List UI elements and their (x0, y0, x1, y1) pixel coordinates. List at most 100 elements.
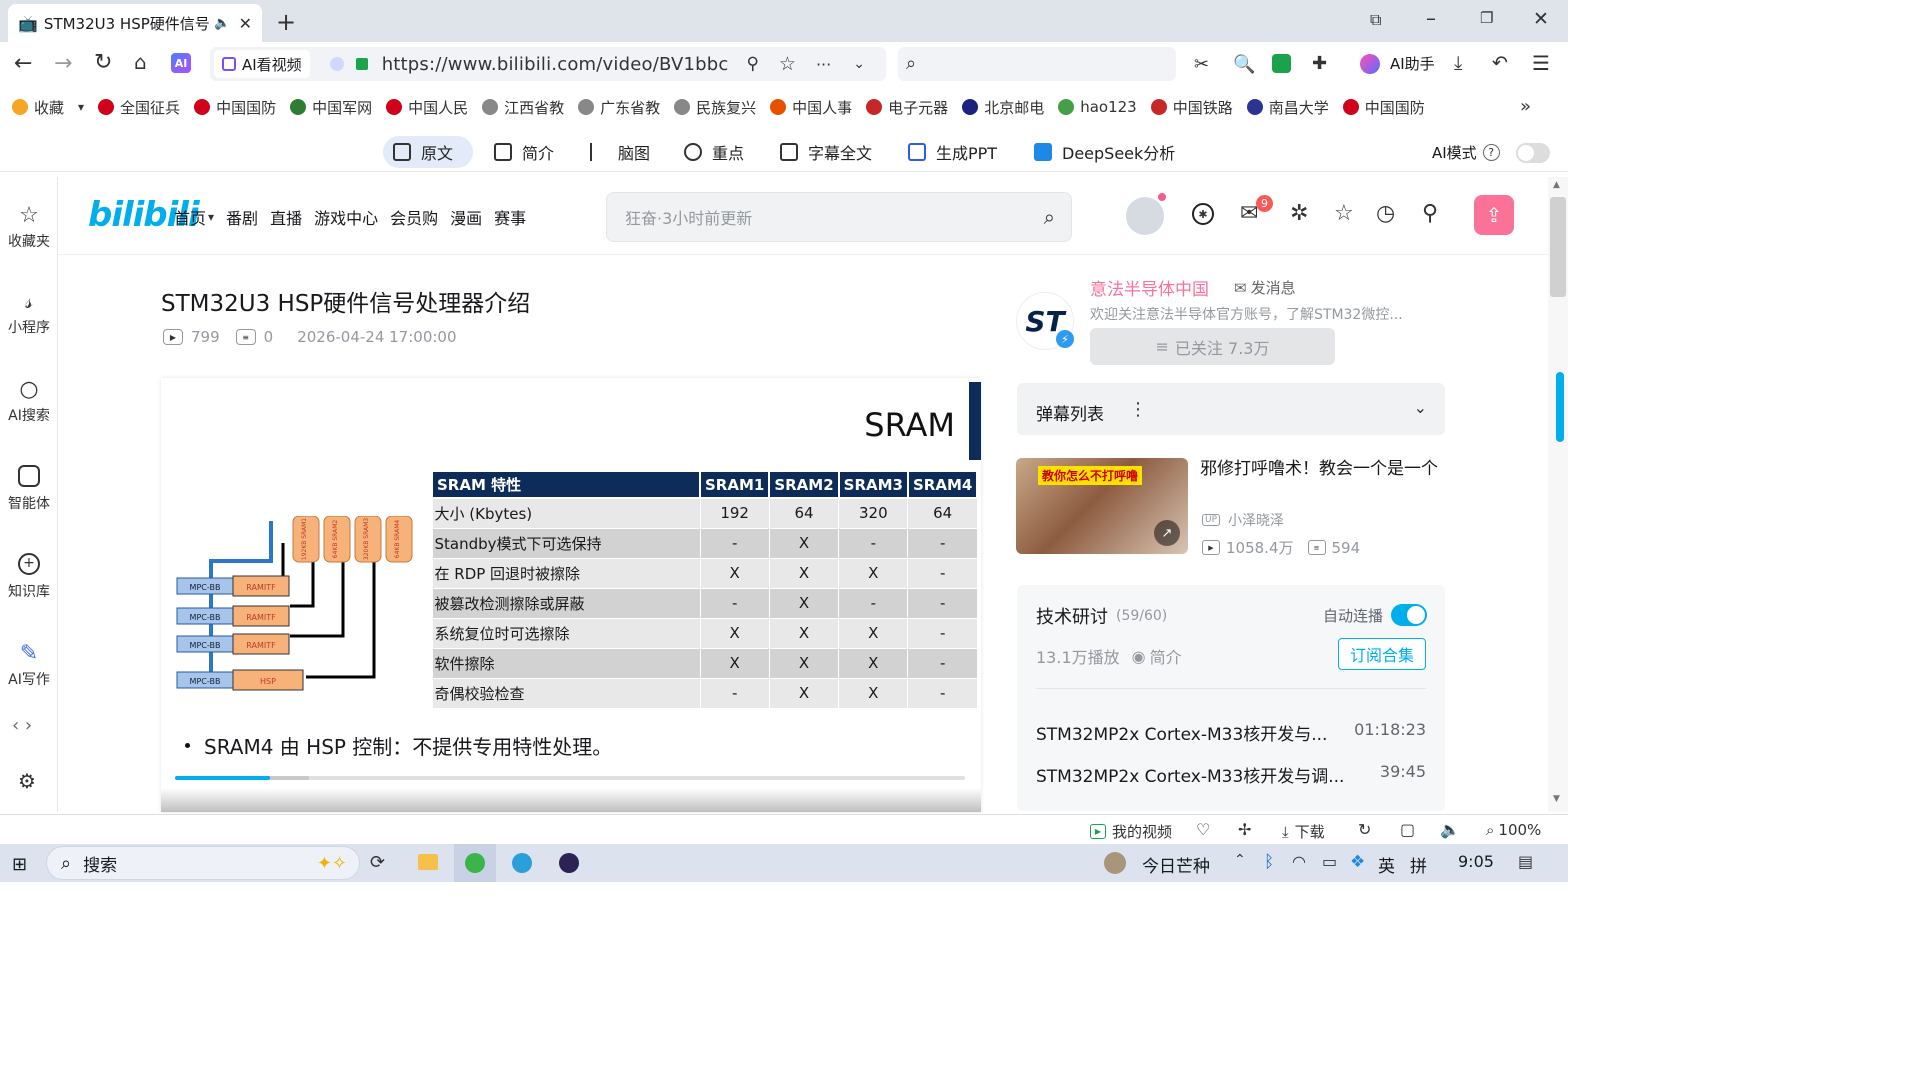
collection-intro[interactable]: 简介 (1150, 644, 1182, 668)
cut-icon[interactable]: ✂ (1194, 54, 1209, 75)
collapse-arrows-icon[interactable]: ‹ › (12, 715, 32, 736)
nav-shop[interactable]: 会员购 (390, 205, 438, 229)
bookmark-green-icon[interactable] (1272, 54, 1291, 73)
subscribe-collection-button[interactable]: 订阅合集 (1338, 638, 1426, 670)
weather-label[interactable]: 今日芒种 (1142, 852, 1210, 877)
video-player[interactable]: SRAM MPC-BB RAMITF MPC-BB RAMITF MPC-BB RAMIT… (161, 378, 981, 812)
recommended-thumbnail[interactable]: 教你怎么不打呼噜 ↗ (1016, 458, 1188, 554)
autoplay-switch[interactable] (1391, 604, 1427, 626)
bili-search-input[interactable]: 狂奋·3小时前更新 ⌕ (606, 192, 1072, 242)
taskbar-search[interactable]: ⌕ 搜索 ✦✧ (46, 846, 360, 880)
progress-track[interactable] (175, 776, 965, 780)
bookmark-item[interactable]: 收藏 ▾ (12, 97, 84, 118)
chevron-down-icon[interactable]: ⌄ (1414, 398, 1427, 417)
dropdown-icon[interactable]: ⌄ (853, 56, 865, 72)
nav-anime[interactable]: 番剧 (226, 205, 258, 229)
ai-mode-switch[interactable] (1515, 142, 1550, 163)
more-bookmarks-icon[interactable]: » (1520, 96, 1531, 117)
sync-icon[interactable]: ↻ (1358, 820, 1371, 839)
ai-tab-ppt[interactable]: 生成PPT (898, 136, 1007, 168)
bookmark-item[interactable]: 南昌大学 (1246, 97, 1329, 118)
my-video-button[interactable]: ▶ 我的视频 (1090, 821, 1172, 842)
settings-icon[interactable]: ⚙ (18, 769, 36, 793)
volume-icon[interactable]: 🔈 (1440, 820, 1460, 839)
chevron-down-icon[interactable]: ▾ (78, 100, 84, 114)
ai-tab-original[interactable]: 原文 (383, 136, 473, 168)
bookmark-item[interactable]: 全国征兵 (98, 97, 180, 118)
ai-assistant-button[interactable]: AI助手 (1360, 53, 1435, 74)
uploader-name[interactable]: 意法半导体中国 (1090, 275, 1209, 300)
close-window-icon[interactable]: ✕ (1533, 8, 1549, 30)
collection-item[interactable]: STM32MP2x Cortex-M33核开发与调... 39:45 (1036, 762, 1426, 787)
premium-icon[interactable]: ✱ (1192, 203, 1214, 225)
history-icon[interactable]: ◷ (1376, 201, 1395, 226)
rail-favorites[interactable]: ☆ 收藏夹 (0, 203, 58, 251)
ai-tab-subtitles[interactable]: 字幕全文 (770, 136, 882, 168)
bookmark-item[interactable]: 广东省教 (578, 97, 660, 118)
star-icon[interactable]: ☆ (779, 53, 796, 75)
close-tab-icon[interactable]: ✕ (239, 14, 252, 33)
ai-icon[interactable]: AI (171, 53, 191, 73)
autoplay-toggle[interactable]: 自动连播 (1323, 604, 1427, 626)
bookmark-item[interactable]: 中国人事 (770, 97, 852, 118)
rail-ai-search[interactable]: ○ AI搜索 (0, 377, 58, 425)
ime-mode[interactable]: 拼 (1410, 852, 1427, 877)
bookmark-item[interactable]: 电子元器 (866, 97, 948, 118)
speaker-icon[interactable]: 🔈 (214, 16, 230, 31)
wifi-icon[interactable]: ◠ (1292, 852, 1306, 871)
minimize-icon[interactable]: – (1426, 6, 1436, 30)
zoom-indicator[interactable]: ⌕ 100% (1486, 821, 1541, 839)
tab-manager-icon[interactable]: ⧉ (1370, 10, 1381, 30)
bookmark-item[interactable]: 北京邮电 (962, 97, 1044, 118)
ai-tab-deepseek[interactable]: DeepSeek分析 (1024, 136, 1185, 168)
download-icon[interactable]: ⤓ (1454, 52, 1462, 74)
follow-button[interactable]: ≡ 已关注 7.3万 (1090, 328, 1335, 365)
send-message-link[interactable]: ✉ 发消息 (1234, 277, 1296, 298)
ai-tab-mindmap[interactable]: 脑图 (580, 136, 660, 168)
danmaku-list-panel[interactable]: 弹幕列表 ⋮ ⌄ (1017, 383, 1445, 435)
scrollbar-thumb[interactable] (1550, 197, 1566, 297)
bookmark-item[interactable]: 江西省教 (482, 97, 564, 118)
clock-time[interactable]: 9:05 (1458, 852, 1494, 871)
rail-ai-writing[interactable]: ✎ AI写作 (0, 641, 58, 689)
new-tab-icon[interactable]: + (276, 8, 296, 36)
ai-watch-button[interactable]: AI看视频 (214, 50, 310, 78)
windows-start-icon[interactable]: ⊞ (12, 854, 27, 875)
eclipse-app-icon[interactable] (559, 853, 579, 873)
rail-agent[interactable]: 智能体 (0, 465, 58, 513)
recommended-title[interactable]: 邪修打呼噜术！教会一个是一个 (1200, 458, 1444, 481)
forward-icon[interactable]: → (54, 51, 72, 76)
menu-icon[interactable]: ☰ (1532, 51, 1550, 75)
chevron-down-icon[interactable]: ▾ (208, 210, 214, 224)
scroll-down-icon[interactable]: ▼ (1553, 794, 1560, 804)
undo-icon[interactable]: ↶ (1492, 52, 1508, 74)
browser-tab[interactable]: 📺 STM32U3 HSP硬件信号 🔈 ✕ (8, 4, 262, 42)
browser-search-box[interactable]: ⌕ (898, 47, 1176, 81)
recommended-author[interactable]: UP 小泽晓泽 (1202, 510, 1284, 530)
more-vertical-icon[interactable]: ⋮ (1129, 399, 1147, 420)
tray-expand-icon[interactable]: ⌃ (1234, 852, 1246, 868)
scroll-up-icon[interactable]: ▲ (1553, 180, 1560, 190)
recommended-video[interactable]: 教你怎么不打呼噜 ↗ 邪修打呼噜术！教会一个是一个 UP 小泽晓泽 ▶ 1058… (1016, 458, 1446, 558)
search-icon[interactable]: ⌕ (1044, 205, 1055, 229)
fan-icon[interactable]: ✢ (1238, 820, 1251, 839)
edge-app-icon[interactable] (512, 853, 532, 873)
download-button[interactable]: ⤓ 下载 (1282, 821, 1325, 842)
bookmark-item[interactable]: 中国军网 (290, 97, 372, 118)
creator-icon[interactable]: ⚲ (1422, 201, 1438, 226)
ai-mode-toggle[interactable]: AI模式 ? (1432, 142, 1550, 163)
url-text[interactable]: https://www.bilibili.com/video/BV1bbc (382, 54, 729, 75)
ime-language[interactable]: 英 (1378, 852, 1395, 877)
share-icon[interactable]: ↗ (1154, 520, 1180, 546)
extension-icon[interactable]: ⚲ (746, 54, 758, 74)
more-icon[interactable]: ··· (816, 55, 831, 74)
page-scrollbar[interactable]: ▲ ▼ (1548, 177, 1568, 812)
favorites-icon[interactable]: ☆ (1334, 201, 1354, 226)
avatar[interactable] (1126, 197, 1164, 235)
battery-icon[interactable]: ▭ (1322, 852, 1337, 871)
ai-tab-keypoints[interactable]: 重点 (674, 136, 754, 168)
file-explorer-icon[interactable] (418, 854, 438, 870)
nav-comics[interactable]: 漫画 (450, 205, 482, 229)
ai-tab-summary[interactable]: 简介 (484, 136, 564, 168)
notification-icon[interactable]: ▤ (1518, 852, 1533, 871)
